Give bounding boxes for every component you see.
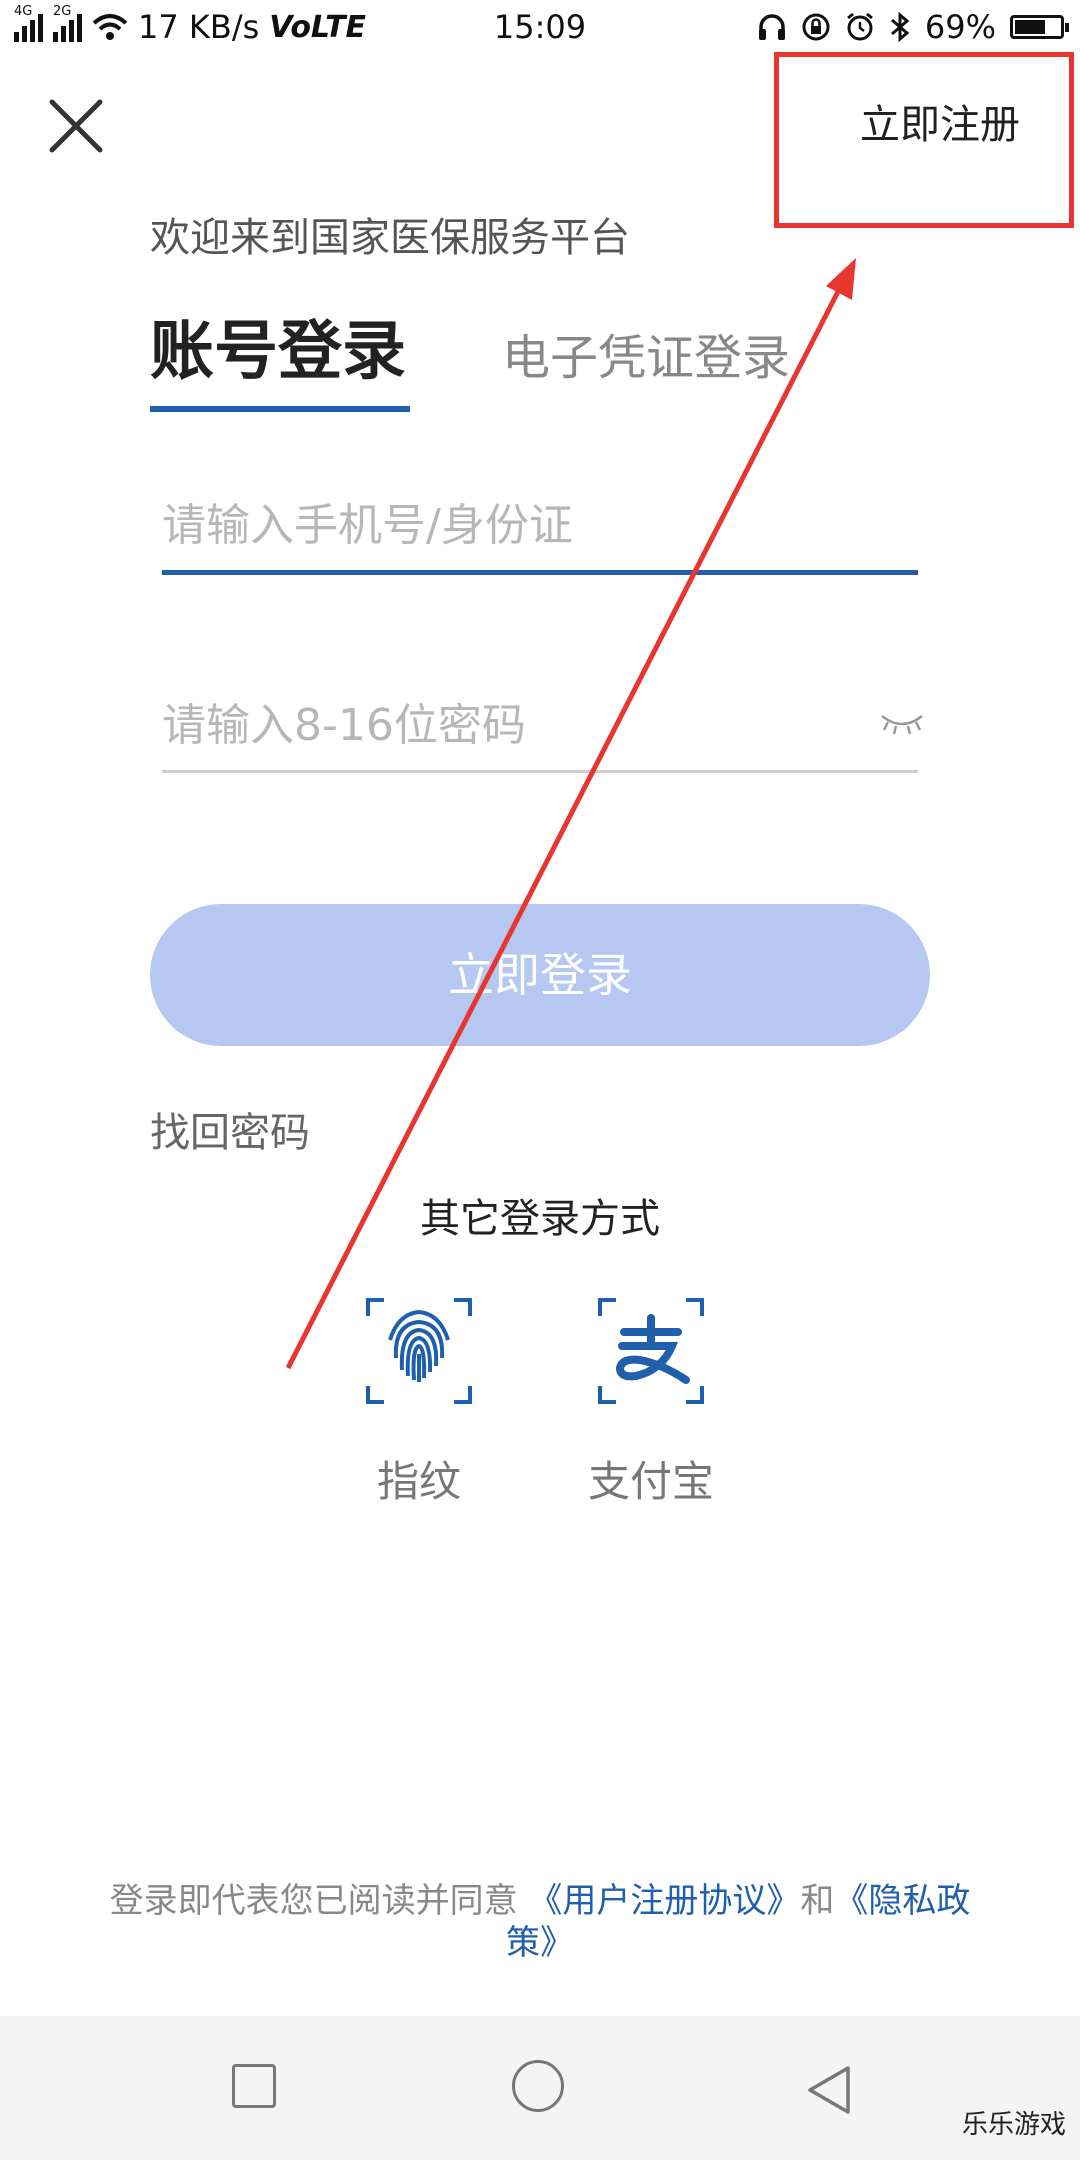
welcome-text: 欢迎来到国家医保服务平台 bbox=[150, 215, 630, 261]
eye-closed-icon[interactable] bbox=[878, 710, 926, 736]
alipay-login-label[interactable]: 支付宝 bbox=[531, 1448, 771, 1509]
phone-input-underline bbox=[162, 570, 918, 575]
forgot-password-link[interactable]: 找回密码 bbox=[150, 1100, 310, 1158]
login-button[interactable]: 立即登录 bbox=[150, 904, 930, 1046]
rotation-lock-icon bbox=[802, 13, 830, 41]
battery-icon bbox=[1010, 15, 1069, 39]
close-icon[interactable] bbox=[46, 96, 106, 156]
home-icon[interactable] bbox=[512, 2060, 564, 2112]
status-bar: 4G 2G 17 KB/s VoLTE 15:09 69% bbox=[0, 0, 1080, 56]
tab-account-login[interactable]: 账号登录 bbox=[150, 300, 406, 392]
alipay-icon[interactable] bbox=[596, 1296, 706, 1406]
agreement-and: 和 bbox=[800, 1881, 835, 1921]
user-agreement-link[interactable]: 《用户注册协议》 bbox=[528, 1881, 800, 1921]
bluetooth-icon bbox=[890, 12, 910, 42]
other-login-title: 其它登录方式 bbox=[420, 1196, 660, 1242]
agreement-text: 登录即代表您已阅读并同意 《用户注册协议》和《隐私政策》 bbox=[90, 1880, 990, 1964]
watermark-logo: 乐乐游戏 bbox=[962, 2110, 1067, 2140]
tab-e-certificate-login[interactable]: 电子凭证登录 bbox=[502, 318, 790, 388]
phone-id-input[interactable] bbox=[162, 480, 918, 570]
headphones-icon bbox=[758, 14, 785, 40]
recent-apps-icon[interactable] bbox=[232, 2064, 276, 2108]
agreement-prefix: 登录即代表您已阅读并同意 bbox=[109, 1881, 518, 1921]
fingerprint-login-label[interactable]: 指纹 bbox=[299, 1448, 539, 1509]
fingerprint-icon[interactable] bbox=[364, 1296, 474, 1406]
battery-percent: 69% bbox=[924, 8, 996, 46]
alarm-icon bbox=[846, 12, 873, 41]
status-right: 69% bbox=[757, 8, 1069, 46]
back-icon[interactable] bbox=[804, 2064, 852, 2116]
password-input-underline bbox=[162, 770, 918, 773]
annotation-highlight-box bbox=[774, 52, 1074, 228]
password-input[interactable] bbox=[162, 680, 852, 770]
active-tab-indicator bbox=[150, 406, 410, 412]
